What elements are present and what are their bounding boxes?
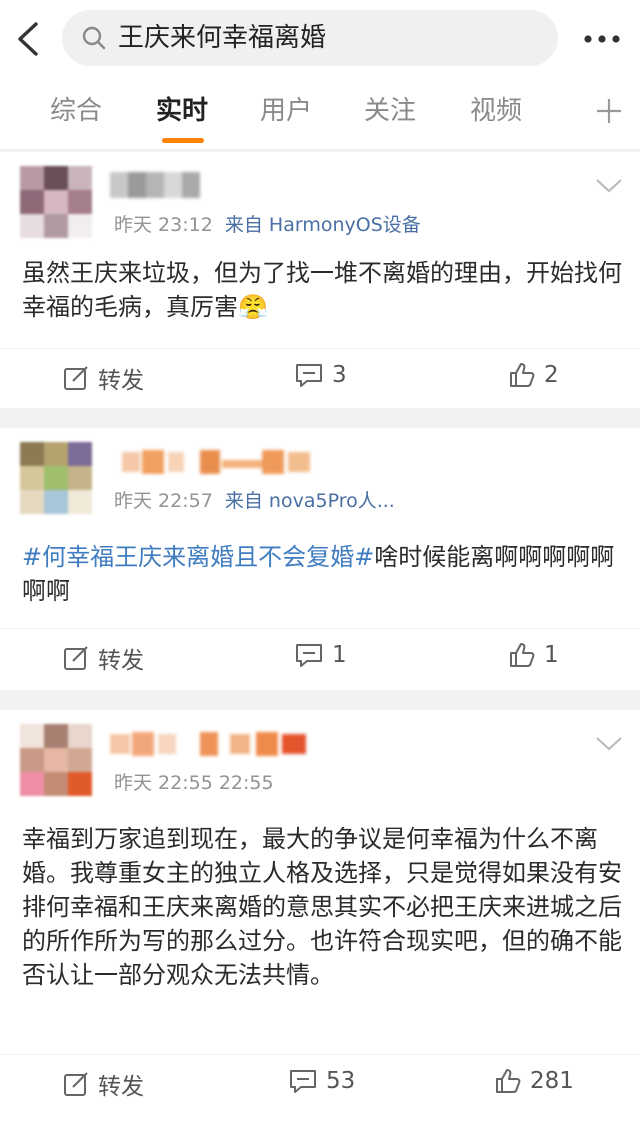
like-icon bbox=[496, 1069, 521, 1093]
chevron-down-icon[interactable] bbox=[594, 734, 624, 754]
post-text: 幸福到万家追到现在，最大的争议是何幸福为什么不离婚。我尊重女主的独立人格及选择，… bbox=[22, 825, 622, 989]
post-meta: 昨天 23:12 来自 HarmonyOS设备 bbox=[114, 212, 421, 238]
repost-label: 转发 bbox=[98, 1074, 144, 1100]
like-button[interactable]: 1 bbox=[508, 641, 559, 669]
comment-button[interactable]: 3 bbox=[294, 361, 347, 389]
post-time: 昨天 22:55 22:55 bbox=[114, 772, 274, 794]
repost-button[interactable]: 转发 bbox=[62, 361, 144, 395]
like-count: 2 bbox=[544, 362, 559, 388]
tab-realtime[interactable]: 实时 bbox=[156, 94, 208, 128]
username-blurred[interactable] bbox=[110, 728, 310, 758]
avatar[interactable] bbox=[20, 724, 92, 796]
tab-bar: 综合 实时 用户 关注 视频 bbox=[0, 78, 640, 150]
repost-label: 转发 bbox=[98, 648, 144, 674]
post-actions: 转发 53 281 bbox=[0, 1054, 640, 1116]
comment-button[interactable]: 53 bbox=[288, 1067, 355, 1095]
post-source: 来自 HarmonyOS设备 bbox=[224, 214, 421, 236]
chevron-down-icon[interactable] bbox=[594, 176, 624, 196]
comment-count: 1 bbox=[332, 642, 347, 668]
repost-icon bbox=[64, 366, 88, 390]
search-query[interactable]: 王庆来何幸福离婚 bbox=[118, 22, 326, 54]
username-blurred[interactable] bbox=[110, 170, 200, 200]
plus-icon[interactable] bbox=[594, 96, 624, 126]
repost-label: 转发 bbox=[98, 368, 144, 394]
back-icon[interactable] bbox=[12, 20, 46, 58]
post-card[interactable]: 昨天 22:55 22:55 幸福到万家追到现在，最大的争议是何幸福为什么不离婚… bbox=[0, 710, 640, 1124]
post-text: #何幸福王庆来离婚且不会复婚#啥时候能离啊啊啊啊啊啊啊 bbox=[22, 540, 622, 608]
tab-users[interactable]: 用户 bbox=[260, 94, 312, 128]
comment-icon bbox=[296, 364, 322, 387]
post-card[interactable]: 昨天 22:57 来自 nova5Pro人... #何幸福王庆来离婚且不会复婚#… bbox=[0, 428, 640, 690]
search-icon bbox=[82, 26, 106, 50]
comment-icon bbox=[290, 1070, 316, 1093]
search-box[interactable]: 王庆来何幸福离婚 bbox=[62, 10, 558, 66]
repost-button[interactable]: 转发 bbox=[62, 1067, 144, 1101]
comment-count: 3 bbox=[332, 362, 347, 388]
avatar[interactable] bbox=[20, 442, 92, 514]
comment-button[interactable]: 1 bbox=[294, 641, 347, 669]
post-meta: 昨天 22:57 来自 nova5Pro人... bbox=[114, 488, 395, 514]
tab-video[interactable]: 视频 bbox=[470, 94, 522, 128]
like-count: 1 bbox=[544, 642, 559, 668]
comment-count: 53 bbox=[326, 1068, 356, 1094]
like-icon bbox=[510, 643, 535, 667]
more-icon[interactable] bbox=[578, 22, 626, 56]
like-count: 281 bbox=[530, 1068, 574, 1094]
repost-icon bbox=[64, 1072, 88, 1096]
post-actions: 转发 1 1 bbox=[0, 628, 640, 690]
username-blurred[interactable] bbox=[122, 446, 312, 476]
post-time: 昨天 23:12 bbox=[114, 214, 213, 236]
comment-icon bbox=[296, 644, 322, 667]
post-meta: 昨天 22:55 22:55 bbox=[114, 770, 274, 796]
post-time: 昨天 22:57 bbox=[114, 490, 213, 512]
post-source: 来自 nova5Pro人... bbox=[224, 490, 395, 512]
active-tab-indicator bbox=[162, 138, 204, 143]
avatar[interactable] bbox=[20, 166, 92, 238]
post-text: 虽然王庆来垃圾，但为了找一堆不离婚的理由，开始找何幸福的毛病，真厉害😤 bbox=[22, 259, 622, 321]
top-bar: 王庆来何幸福离婚 bbox=[0, 0, 640, 78]
tab-comprehensive[interactable]: 综合 bbox=[50, 94, 102, 128]
tab-follow[interactable]: 关注 bbox=[364, 94, 416, 128]
repost-button[interactable]: 转发 bbox=[62, 641, 144, 675]
like-button[interactable]: 281 bbox=[494, 1067, 574, 1095]
like-button[interactable]: 2 bbox=[508, 361, 559, 389]
post-card[interactable]: 昨天 23:12 来自 HarmonyOS设备 虽然王庆来垃圾，但为了找一堆不离… bbox=[0, 152, 640, 408]
like-icon bbox=[510, 363, 535, 387]
post-actions: 转发 3 2 bbox=[0, 348, 640, 410]
repost-icon bbox=[64, 646, 88, 670]
topic-link[interactable]: #何幸福王庆来离婚且不会复婚# bbox=[22, 543, 374, 571]
